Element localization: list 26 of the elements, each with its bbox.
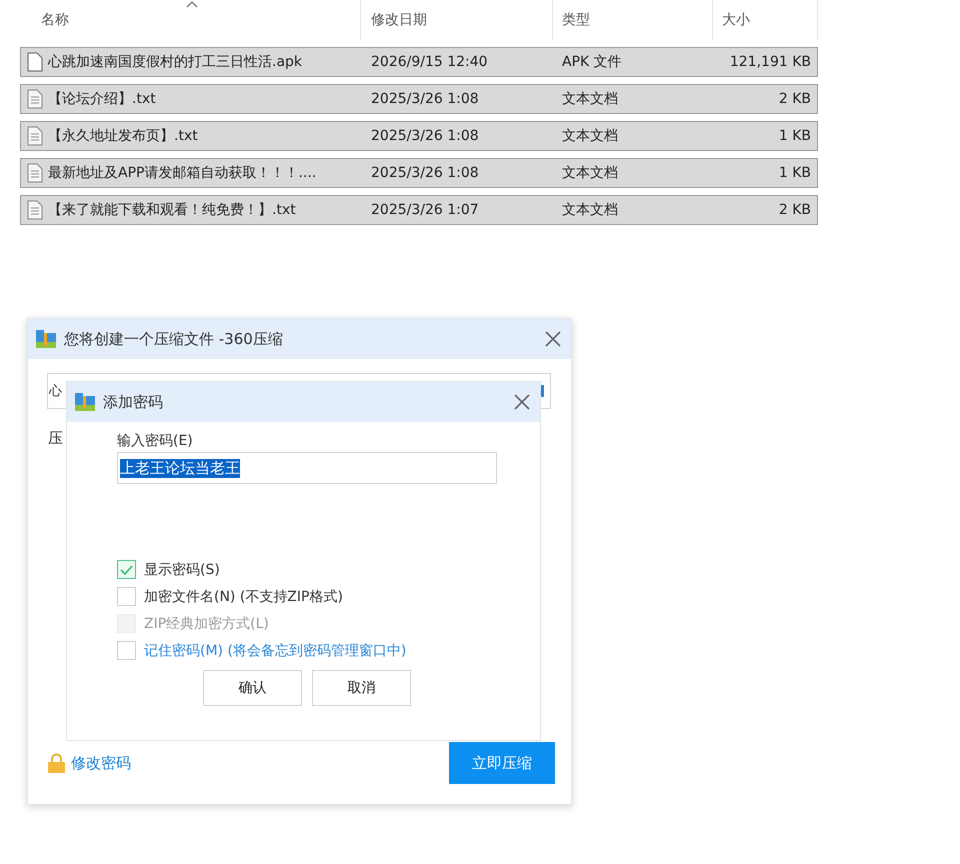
modified-date: 2025/3/26 1:08 <box>370 128 480 144</box>
file-size: 2 KB <box>778 91 812 107</box>
file-name: 心跳加速南国度假村的打工三日性活.apk <box>48 53 302 71</box>
file-type: 文本文档 <box>561 164 619 182</box>
file-type: 文本文档 <box>561 127 619 145</box>
password-value: 上老王论坛当老王 <box>120 458 240 478</box>
file-type: 文本文档 <box>561 201 619 219</box>
dialog-title: 您将创建一个压缩文件 -360压缩 <box>64 330 284 348</box>
password-label: 输入密码(E) <box>117 432 194 450</box>
file-name: 【来了就能下载和观看！纯免费！】.txt <box>48 201 296 219</box>
modified-date: 2025/3/26 1:07 <box>370 202 480 218</box>
file-name: 【论坛介绍】.txt <box>48 90 156 108</box>
file-type: 文本文档 <box>561 90 619 108</box>
file-size: 1 KB <box>778 128 812 144</box>
file-name: 最新地址及APP请发邮箱自动获取！！！.... <box>48 164 316 182</box>
file-size: 2 KB <box>778 202 812 218</box>
file-name: 【永久地址发布页】.txt <box>48 127 198 145</box>
file-type: APK 文件 <box>561 53 623 71</box>
file-size: 121,191 KB <box>728 54 812 70</box>
file-size: 1 KB <box>778 165 812 181</box>
modified-date: 2026/9/15 12:40 <box>370 54 489 70</box>
modified-date: 2025/3/26 1:08 <box>370 91 480 107</box>
modified-date: 2025/3/26 1:08 <box>370 165 480 181</box>
path-value: 心 <box>49 383 62 400</box>
field-label: 压 <box>48 429 63 448</box>
dialog-title: 添加密码 <box>103 392 164 412</box>
